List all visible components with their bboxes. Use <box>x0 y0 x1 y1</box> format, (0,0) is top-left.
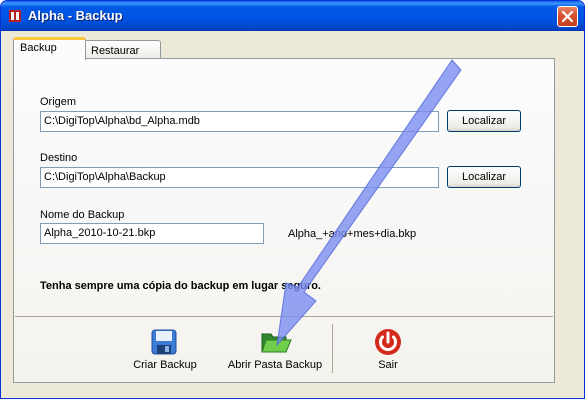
nome-backup-label: Nome do Backup <box>40 209 125 221</box>
abrir-pasta-backup-label: Abrir Pasta Backup <box>227 359 323 371</box>
floppy-disk-icon <box>151 329 177 355</box>
abrir-pasta-backup-button[interactable]: Abrir Pasta Backup <box>220 317 330 382</box>
sair-button[interactable]: Sair <box>358 317 418 382</box>
destino-field[interactable]: C:\DigiTop\Alpha\Backup <box>40 167 439 188</box>
destino-label: Destino <box>40 152 78 164</box>
nome-backup-field[interactable]: Alpha_2010-10-21.bkp <box>40 223 264 244</box>
nome-backup-hint: Alpha_+ano+mes+dia.bkp <box>288 228 417 240</box>
origem-label: Origem <box>40 96 77 108</box>
tab-backup-label: Backup <box>20 42 57 54</box>
open-folder-icon <box>261 333 292 353</box>
tab-restaurar[interactable]: Restaurar <box>84 40 161 60</box>
action-toolbar: Criar Backup Abrir Pasta Backup Sair <box>15 316 553 382</box>
origem-field[interactable]: C:\DigiTop\Alpha\bd_Alpha.mdb <box>40 111 439 132</box>
power-icon <box>375 329 401 355</box>
backup-warning: Tenha sempre uma cópia do backup em luga… <box>40 280 321 292</box>
window-client: Backup Restaurar Origem C:\DigiTop\Alpha… <box>4 31 581 397</box>
backup-window: Alpha - Backup Backup Restaurar Origem C… <box>0 0 585 399</box>
destino-localizar-button[interactable]: Localizar <box>447 166 521 188</box>
close-icon <box>562 11 573 22</box>
window-title: Alpha - Backup <box>28 8 123 23</box>
toolbar-separator <box>332 324 333 373</box>
close-button[interactable] <box>557 6 578 27</box>
origem-localizar-button[interactable]: Localizar <box>447 110 521 132</box>
criar-backup-label: Criar Backup <box>133 359 197 371</box>
title-bar[interactable]: Alpha - Backup <box>1 1 584 31</box>
criar-backup-button[interactable]: Criar Backup <box>118 317 212 382</box>
app-icon <box>9 10 21 22</box>
tab-restaurar-label: Restaurar <box>91 45 140 57</box>
backup-tab-panel: Origem C:\DigiTop\Alpha\bd_Alpha.mdb Loc… <box>13 58 555 383</box>
tab-backup[interactable]: Backup <box>13 37 86 60</box>
sair-label: Sair <box>378 359 398 371</box>
